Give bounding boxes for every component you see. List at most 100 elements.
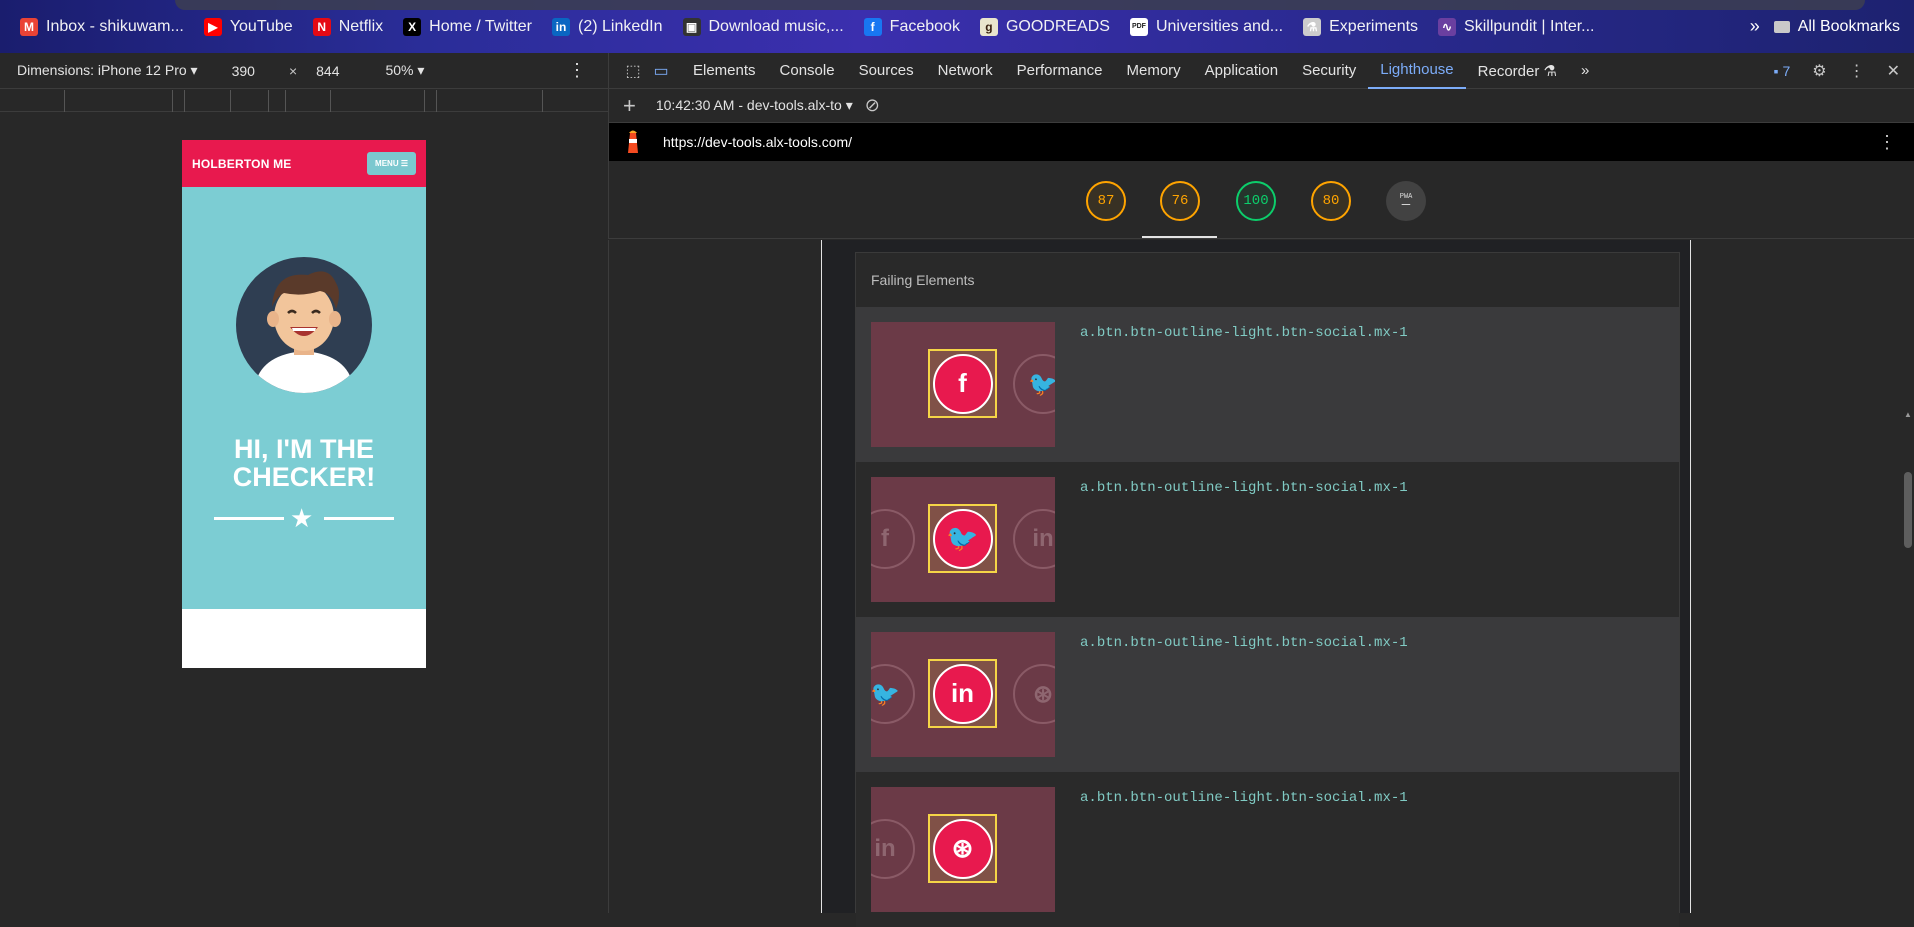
score-value: 100 [1243, 193, 1269, 209]
score-gauge-1[interactable]: 76 [1160, 181, 1200, 221]
device-viewport[interactable]: HOLBERTON ME MENU ☰ HI, I'M THE CHECKER!… [182, 140, 426, 668]
bookmark-label: YouTube [229, 17, 293, 35]
site-brand[interactable]: HOLBERTON ME [192, 157, 292, 171]
score-gauge-0[interactable]: 87 [1086, 181, 1126, 221]
neighbor-icon-left: f [871, 509, 915, 569]
tab-security[interactable]: Security [1290, 53, 1368, 89]
bookmark-4[interactable]: in (2) LinkedIn [542, 11, 673, 43]
bookmarks-overflow-icon[interactable]: » [1736, 16, 1774, 37]
inspect-element-icon[interactable]: ⬚ [619, 61, 647, 81]
element-selector[interactable]: a.btn.btn-outline-light.btn-social.mx-1 [1080, 480, 1408, 496]
settings-gear-icon[interactable]: ⚙ [1812, 61, 1826, 81]
new-report-icon[interactable]: + [623, 93, 636, 119]
scroll-thumb[interactable] [1904, 472, 1912, 548]
bookmark-7[interactable]: g GOODREADS [970, 11, 1120, 43]
bookmark-label: Home / Twitter [429, 17, 532, 35]
social-icon: f [932, 353, 993, 414]
devtools-menu-icon[interactable]: ⋮ [1849, 61, 1865, 81]
score-gauge-3[interactable]: 80 [1311, 181, 1351, 221]
score-value: 76 [1171, 193, 1189, 209]
tab-elements[interactable]: Elements [681, 53, 768, 89]
device-toolbar: Dimensions: iPhone 12 Pro ▾ 390 × 844 50… [0, 53, 608, 89]
tab-memory[interactable]: Memory [1115, 53, 1193, 89]
social-icon: ⊛ [932, 818, 993, 879]
bookmark-0[interactable]: M Inbox - shikuwam... [10, 11, 194, 43]
pdf-icon: PDF [1129, 17, 1148, 36]
zoom-label: 50% [385, 62, 414, 78]
bookmark-1[interactable]: ▶ YouTube [194, 11, 303, 43]
x-icon: X [403, 17, 422, 36]
tab-network[interactable]: Network [926, 53, 1005, 89]
bookmark-5[interactable]: ▣ Download music,... [673, 11, 854, 43]
device-toggle-icon[interactable]: ▭ [647, 61, 675, 81]
report-time: 10:42:30 AM - dev-tools.alx-to [655, 97, 842, 113]
close-devtools-icon[interactable]: ✕ [1887, 61, 1900, 81]
device-menu-icon[interactable]: ⋮ [568, 60, 586, 81]
tab-recorder[interactable]: Recorder ⚗ [1466, 53, 1569, 89]
hero-title: HI, I'M THE CHECKER! [232, 434, 376, 492]
report-select[interactable]: 10:42:30 AM - dev-tools.alx-to ▾ [656, 97, 853, 114]
youtube-icon: ▶ [203, 17, 222, 36]
flask-icon: ⚗ [1303, 17, 1322, 36]
social-icon: in [932, 663, 993, 724]
active-gauge-indicator [1142, 236, 1217, 238]
element-selector[interactable]: a.btn.btn-outline-light.btn-social.mx-1 [1080, 635, 1408, 651]
score-value: 87 [1097, 193, 1115, 209]
tab-console[interactable]: Console [768, 53, 847, 89]
failing-elements-panel: Failing Elements 🐦 f a.btn.btn-outline-lig… [855, 252, 1680, 927]
device-dimensions-select[interactable]: Dimensions: iPhone 12 Pro ▾ [17, 62, 198, 79]
score-gauge-4[interactable]: PWA — [1386, 181, 1426, 221]
tab-sources[interactable]: Sources [847, 53, 926, 89]
score-gauge-2[interactable]: 100 [1236, 181, 1276, 221]
skillpundit-icon: ∿ [1438, 17, 1457, 36]
highlighted-element: in [928, 659, 997, 728]
element-selector[interactable]: a.btn.btn-outline-light.btn-social.mx-1 [1080, 790, 1408, 806]
bookmarks-bar: M Inbox - shikuwam... ▶ YouTube N Netflix X Hom… [0, 0, 1914, 53]
table-row[interactable]: 🐦 f a.btn.btn-outline-light.btn-social.mx-… [856, 307, 1679, 462]
bookmark-6[interactable]: f Facebook [854, 11, 970, 43]
download-icon: ▣ [682, 17, 701, 36]
more-tabs-icon[interactable]: » [1569, 53, 1601, 89]
site-navbar: HOLBERTON ME MENU ☰ [182, 140, 426, 187]
scroll-up-icon[interactable]: ▲ [1904, 410, 1912, 419]
tab-performance[interactable]: Performance [1005, 53, 1115, 89]
clear-reports-icon[interactable]: ⊘ [865, 95, 880, 116]
bookmark-label: Download music,... [708, 17, 844, 35]
issues-badge[interactable]: ▪ 7 [1774, 63, 1791, 79]
bookmark-2[interactable]: N Netflix [303, 11, 393, 43]
bookmark-label: (2) LinkedIn [578, 17, 663, 35]
bookmark-10[interactable]: ∿ Skillpundit | Inter... [1428, 11, 1604, 43]
folder-icon [1773, 20, 1790, 33]
media-query-ruler[interactable] [0, 90, 608, 112]
highlighted-element: 🐦 [928, 504, 997, 573]
device-width-input[interactable]: 390 [232, 63, 255, 79]
times-symbol: × [288, 62, 298, 79]
report-menu-icon[interactable]: ⋮ [1878, 132, 1896, 153]
avatar [236, 257, 372, 393]
report-scrollbar[interactable]: ▲ [1902, 240, 1914, 913]
gmail-icon: M [20, 17, 38, 36]
element-selector[interactable]: a.btn.btn-outline-light.btn-social.mx-1 [1080, 325, 1408, 341]
report-url-bar: https://dev-tools.alx-tools.com/ ⋮ [608, 123, 1914, 161]
table-row[interactable]: in ⊛ a.btn.btn-outline-light.btn-social.mx… [856, 772, 1679, 927]
tab-application[interactable]: Application [1193, 53, 1290, 89]
goodreads-icon: g [979, 17, 998, 36]
social-icon: 🐦 [932, 508, 993, 569]
device-height-input[interactable]: 844 [316, 63, 339, 79]
table-row[interactable]: f in 🐦 a.btn.btn-outline-light.btn-social.m… [856, 462, 1679, 617]
bookmark-8[interactable]: PDF Universities and... [1120, 11, 1293, 43]
score-gauges: 87 76 100 80 PWA — [608, 161, 1914, 239]
bookmark-label: Universities and... [1155, 17, 1284, 35]
element-screenshot: 🐦 ⊛ in [871, 632, 1055, 757]
menu-button[interactable]: MENU ☰ [367, 152, 416, 175]
all-bookmarks-label: All Bookmarks [1797, 17, 1900, 35]
bookmark-3[interactable]: X Home / Twitter [393, 11, 542, 43]
all-bookmarks-button[interactable]: All Bookmarks [1773, 17, 1904, 36]
bookmark-9[interactable]: ⚗ Experiments [1293, 11, 1428, 43]
table-row[interactable]: 🐦 ⊛ in a.btn.btn-outline-light.btn-social.m… [856, 617, 1679, 772]
zoom-select[interactable]: 50% ▾ [385, 62, 424, 79]
report-url[interactable]: https://dev-tools.alx-tools.com/ [663, 134, 852, 150]
element-screenshot: 🐦 f [871, 322, 1055, 447]
tab-lighthouse[interactable]: Lighthouse [1368, 53, 1466, 89]
divider-line-left [214, 517, 284, 520]
